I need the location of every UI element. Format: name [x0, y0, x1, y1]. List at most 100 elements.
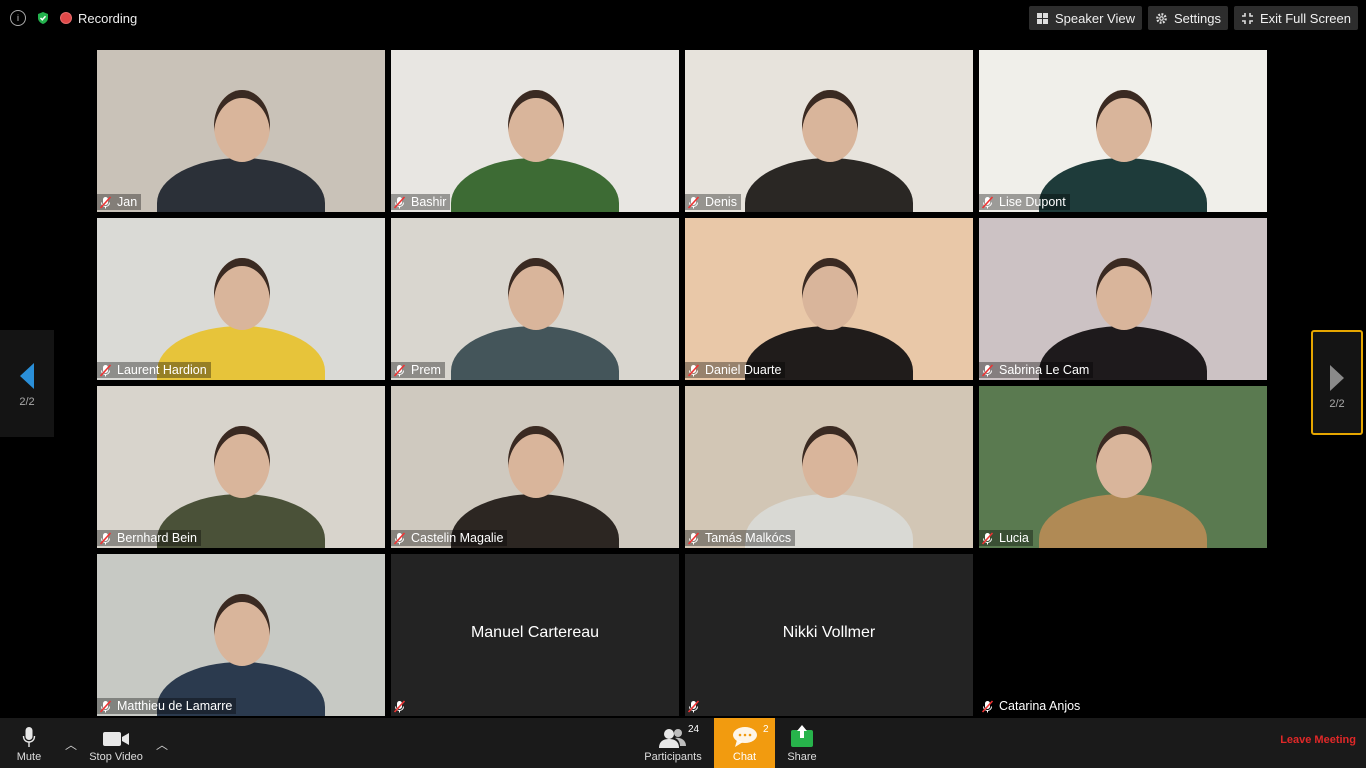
- muted-microphone-icon: [393, 363, 406, 377]
- participant-tile[interactable]: Nikki Vollmer: [685, 554, 973, 716]
- participant-video-face: [802, 90, 858, 162]
- exit-fullscreen-button[interactable]: Exit Full Screen: [1233, 6, 1358, 30]
- participant-tile[interactable]: Lise Dupont: [979, 50, 1267, 212]
- muted-microphone-icon: [981, 363, 994, 377]
- arrow-right-icon: [1330, 365, 1344, 391]
- participant-tile[interactable]: Laurent Hardion: [97, 218, 385, 380]
- audio-options-caret-icon[interactable]: ︿: [65, 736, 77, 753]
- mute-button[interactable]: Mute: [10, 718, 48, 768]
- muted-microphone-icon: [393, 700, 406, 713]
- mute-label: Mute: [16, 751, 42, 763]
- participant-name-tag: Bashir: [391, 194, 451, 210]
- participant-tile[interactable]: Daniel Duarte: [685, 218, 973, 380]
- participant-video-figure: [451, 158, 619, 212]
- participant-name-large: Manuel Cartereau: [470, 624, 600, 641]
- previous-page-button[interactable]: 2/2: [0, 330, 54, 437]
- participant-name: Daniel Duarte: [705, 363, 782, 377]
- participant-name-tag: Tamás Malkócs: [685, 530, 796, 546]
- chat-label: Chat: [732, 751, 757, 763]
- participant-name: Bernhard Bein: [117, 531, 197, 545]
- participant-name-tag: Bernhard Bein: [97, 530, 201, 546]
- shield-check-icon[interactable]: [36, 11, 50, 25]
- participant-tile[interactable]: Prem: [391, 218, 679, 380]
- participant-name: Sabrina Le Cam: [999, 363, 1090, 377]
- speaker-view-button[interactable]: Speaker View: [1028, 6, 1142, 30]
- settings-button[interactable]: Settings: [1147, 6, 1228, 30]
- muted-microphone-icon: [981, 195, 994, 209]
- participant-tile[interactable]: Bashir: [391, 50, 679, 212]
- settings-label: Settings: [1173, 10, 1221, 26]
- share-screen-button[interactable]: Share: [784, 718, 820, 768]
- participant-video-face: [508, 90, 564, 162]
- participant-name: Denis: [705, 195, 737, 209]
- meeting-toolbar: Mute ︿ Stop Video ︿ Participants 24 Chat…: [0, 718, 1366, 768]
- stop-video-button[interactable]: Stop Video: [88, 718, 144, 768]
- video-options-caret-icon[interactable]: ︿: [156, 736, 168, 753]
- muted-microphone-icon: [99, 363, 112, 377]
- muted-microphone-icon: [981, 531, 994, 545]
- muted-microphone-icon: [393, 531, 406, 545]
- page-indicator-right: 2/2: [1329, 398, 1345, 410]
- recording-indicator[interactable]: Recording: [60, 11, 137, 26]
- recording-label: Recording: [78, 10, 138, 26]
- participant-tile[interactable]: Manuel Cartereau: [391, 554, 679, 716]
- page-indicator-left: 2/2: [19, 396, 35, 408]
- participant-name-tag: Daniel Duarte: [685, 362, 786, 378]
- grid-view-icon: [1036, 12, 1048, 24]
- chat-bubble-icon: [732, 727, 757, 747]
- participant-video-face: [1096, 90, 1152, 162]
- participant-tile[interactable]: Lucia: [979, 386, 1267, 548]
- participant-tile[interactable]: Catarina Anjos: [979, 554, 1267, 716]
- participant-name-tag: Sabrina Le Cam: [979, 362, 1094, 378]
- participant-video-face: [508, 258, 564, 330]
- leave-meeting-button[interactable]: Leave Meeting: [1280, 734, 1356, 746]
- participant-tile[interactable]: Tamás Malkócs: [685, 386, 973, 548]
- muted-microphone-icon: [393, 195, 406, 209]
- participant-video-face: [1096, 426, 1152, 498]
- video-camera-icon: [103, 732, 129, 746]
- participant-name: Bashir: [411, 195, 447, 209]
- participant-name-tag: Laurent Hardion: [97, 362, 211, 378]
- muted-microphone-icon: [687, 700, 700, 713]
- participant-mute-tag: [685, 699, 709, 714]
- participant-name: Laurent Hardion: [117, 363, 207, 377]
- participant-tile[interactable]: Bernhard Bein: [97, 386, 385, 548]
- participant-video-face: [214, 90, 270, 162]
- chat-unread-badge: 2: [763, 724, 769, 735]
- participants-label: Participants: [644, 751, 702, 763]
- participants-count-badge: 24: [688, 724, 700, 735]
- arrow-left-icon: [20, 363, 34, 389]
- participant-name: Lise Dupont: [999, 195, 1066, 209]
- participant-video-figure: [451, 326, 619, 380]
- meeting-status-bar: i Recording: [10, 10, 137, 26]
- muted-microphone-icon: [981, 699, 994, 713]
- participant-name-tag: Matthieu de Lamarre: [97, 698, 237, 714]
- participant-tile[interactable]: Castelin Magalie: [391, 386, 679, 548]
- participant-video-face: [214, 258, 270, 330]
- participant-video-face: [508, 426, 564, 498]
- muted-microphone-icon: [687, 195, 700, 209]
- participant-name-large: Nikki Vollmer: [782, 624, 876, 641]
- participant-name: Catarina Anjos: [999, 699, 1081, 713]
- info-icon[interactable]: i: [10, 10, 26, 26]
- next-page-button[interactable]: 2/2: [1311, 330, 1363, 435]
- participant-video-face: [802, 426, 858, 498]
- participant-tile[interactable]: Sabrina Le Cam: [979, 218, 1267, 380]
- participant-video-face: [214, 426, 270, 498]
- participant-tile[interactable]: Denis: [685, 50, 973, 212]
- speaker-view-label: Speaker View: [1054, 10, 1135, 26]
- participant-tile[interactable]: Matthieu de Lamarre: [97, 554, 385, 716]
- participant-name-tag: Catarina Anjos: [979, 698, 1084, 714]
- participant-name-tag: Lucia: [979, 530, 1033, 546]
- muted-microphone-icon: [99, 195, 112, 209]
- microphone-icon: [22, 727, 36, 747]
- muted-microphone-icon: [687, 363, 700, 377]
- participant-video-face: [802, 258, 858, 330]
- muted-microphone-icon: [687, 531, 700, 545]
- stop-video-label: Stop Video: [89, 751, 143, 763]
- participant-name: Prem: [411, 363, 441, 377]
- record-dot-icon: [60, 12, 72, 24]
- participant-tile[interactable]: Jan: [97, 50, 385, 212]
- participant-name-tag: Prem: [391, 362, 445, 378]
- gear-icon: [1156, 12, 1167, 24]
